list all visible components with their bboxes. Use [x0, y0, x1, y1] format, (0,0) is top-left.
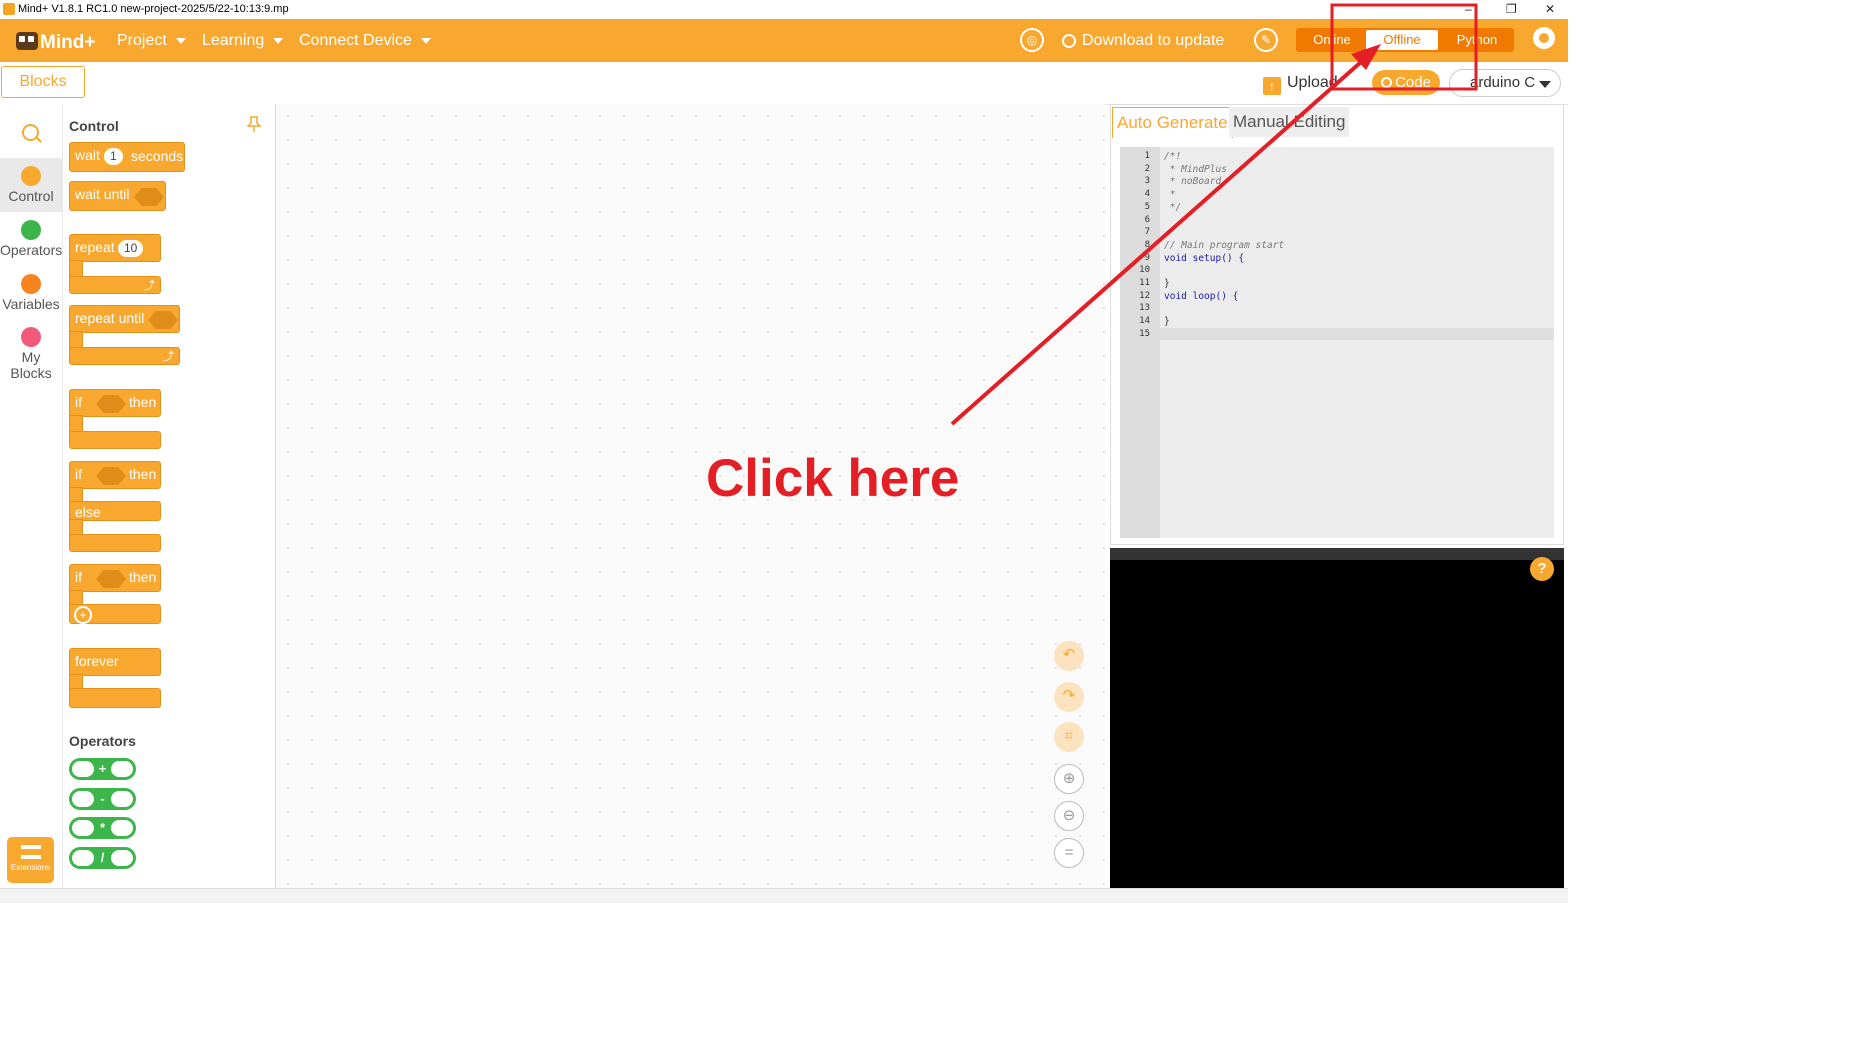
annotation-arrow-line — [950, 52, 1372, 426]
highlight-box — [1330, 3, 1478, 91]
annotation-text: Click here — [706, 449, 960, 508]
